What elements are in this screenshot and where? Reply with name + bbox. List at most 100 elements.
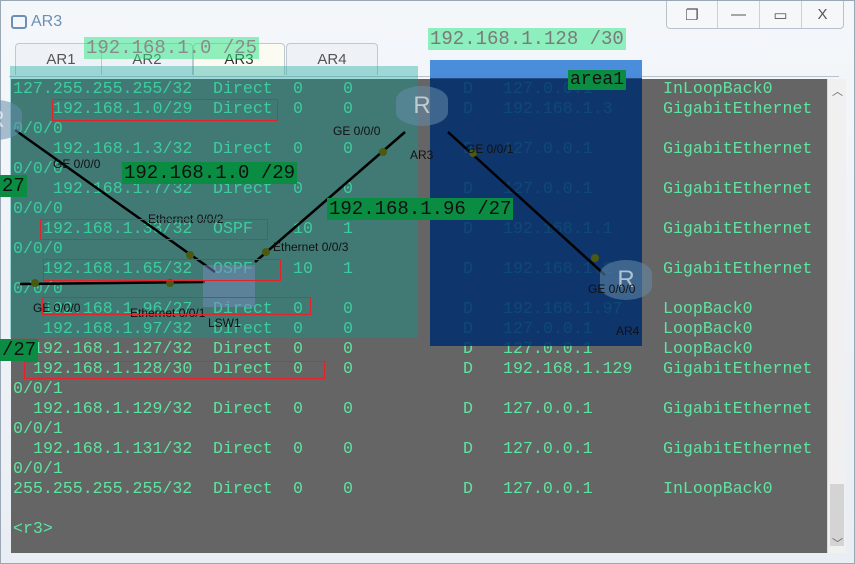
route-pre: 0: [293, 99, 303, 118]
route-nexthop: 192.168.1.129: [503, 359, 633, 378]
route-nexthop: 192.168.1.2: [503, 259, 613, 278]
maximize-icon: ▭: [773, 6, 788, 24]
route-iface: GigabitEthernet: [663, 99, 813, 118]
route-cost: 0: [343, 439, 353, 458]
route-iface: LoopBack0: [663, 319, 753, 338]
scroll-up-icon[interactable]: ︿: [828, 83, 847, 99]
device-label-lsw1: LSW1: [208, 316, 241, 330]
port-label: GE 0/0/0: [588, 282, 636, 296]
route-iface: GigabitEthernet: [663, 259, 813, 278]
route-pre: 10: [293, 259, 313, 278]
route-flags: D: [463, 299, 473, 318]
route-iface: GigabitEthernet: [663, 359, 813, 378]
route-pre: 0: [293, 79, 303, 98]
route-iface: GigabitEthernet: [663, 439, 813, 458]
port-label: Ethernet 0/0/3: [273, 240, 349, 254]
port-label: GE 0/0/0: [333, 124, 381, 138]
route-cost: 0: [343, 299, 353, 318]
route-pre: 0: [293, 319, 303, 338]
route-nexthop: 127.0.0.1: [503, 319, 593, 338]
route-pre: 10: [293, 219, 313, 238]
route-cost: 0: [343, 79, 353, 98]
route-destination: 255.255.255.255/32: [13, 479, 193, 498]
close-button[interactable]: X: [801, 1, 843, 28]
route-nexthop: 127.0.0.1: [503, 439, 593, 458]
route-iface-continued: 0/0/1: [13, 459, 63, 478]
route-cost: 0: [343, 179, 353, 198]
minimize-button[interactable]: —: [717, 1, 759, 28]
route-iface: GigabitEthernet: [663, 399, 813, 418]
highlight-box: [24, 361, 325, 379]
route-iface: GigabitEthernet: [663, 179, 813, 198]
route-flags: D: [463, 479, 473, 498]
scrollbar[interactable]: ︿ ﹀: [827, 79, 846, 553]
maximize-button[interactable]: ▭: [759, 1, 801, 28]
route-pre: 0: [293, 339, 303, 358]
route-flags: D: [463, 339, 473, 358]
route-nexthop: 127.0.0.1: [503, 139, 593, 158]
route-cost: 0: [343, 479, 353, 498]
route-destination: 192.168.1.131/32: [33, 439, 193, 458]
highlight-box: [42, 297, 311, 315]
router-ar3-icon[interactable]: R: [396, 86, 448, 126]
subnet-label: 27: [0, 175, 27, 197]
area-label: area1: [568, 70, 627, 90]
window-controls: ❐ — ▭ X: [666, 1, 844, 29]
route-nexthop: 127.0.0.1: [503, 399, 593, 418]
route-pre: 0: [293, 399, 303, 418]
subnet-label: 192.168.1.0 /29: [122, 162, 298, 184]
route-iface-continued: 0/0/1: [13, 419, 63, 438]
route-flags: D: [463, 439, 473, 458]
route-cost: 0: [343, 99, 353, 118]
route-pre: 0: [293, 479, 303, 498]
subnet-label: /27: [0, 339, 39, 361]
device-label-ar4: AR4: [616, 324, 640, 338]
highlight-box: [52, 99, 278, 121]
route-cost: 0: [343, 319, 353, 338]
scroll-down-icon[interactable]: ﹀: [828, 535, 847, 551]
route-proto: Direct: [213, 479, 273, 498]
window-title: AR3: [31, 13, 63, 30]
restore-icon: ❐: [685, 6, 699, 24]
route-iface-continued: 0/0/0: [13, 279, 63, 298]
route-iface-continued: 0/0/0: [13, 199, 63, 218]
route-flags: D: [463, 399, 473, 418]
route-destination: 192.168.1.127/32: [33, 339, 193, 358]
route-destination: 192.168.1.3/32: [53, 139, 193, 158]
route-nexthop: 127.0.0.1: [503, 179, 593, 198]
route-iface: LoopBack0: [663, 339, 753, 358]
restore-button[interactable]: ❐: [667, 1, 717, 28]
route-cost: 0: [343, 359, 353, 378]
app-icon: [11, 15, 27, 29]
route-nexthop: 127.0.0.1: [503, 339, 593, 358]
subnet-label: 192.168.1.128 /30: [428, 28, 626, 50]
minimize-icon: —: [731, 6, 746, 23]
route-destination: 127.255.255.255/32: [13, 79, 193, 98]
route-proto: Direct: [213, 79, 273, 98]
cli-prompt[interactable]: <r3>: [13, 519, 53, 539]
terminal-window: AR3 ❐ — ▭ X AR1 AR2 AR3 AR4 127.255.255.…: [0, 0, 855, 564]
route-proto: Direct: [213, 339, 273, 358]
route-nexthop: 192.168.1.97: [503, 299, 623, 318]
route-nexthop: 192.168.1.1: [503, 219, 613, 238]
route-cost: 0: [343, 399, 353, 418]
route-flags: D: [463, 99, 473, 118]
route-destination: 192.168.1.97/32: [43, 319, 193, 338]
device-label-ar3: AR3: [410, 148, 434, 162]
route-iface-continued: 0/0/0: [13, 239, 63, 258]
port-label: GE 0/0/0: [53, 157, 101, 171]
route-iface: InLoopBack0: [663, 479, 773, 498]
route-pre: 0: [293, 439, 303, 458]
subnet-label: 192.168.1.0 /25: [84, 37, 260, 59]
tab-ar4[interactable]: AR4: [286, 43, 378, 75]
route-proto: Direct: [213, 399, 273, 418]
route-flags: D: [463, 179, 473, 198]
highlight-box: [40, 219, 268, 240]
port-label: GE 0/0/1: [466, 142, 514, 156]
route-iface: GigabitEthernet: [663, 139, 813, 158]
subnet-label: 192.168.1.96 /27: [327, 198, 514, 220]
route-iface: LoopBack0: [663, 299, 753, 318]
route-destination: 192.168.1.129/32: [33, 399, 193, 418]
route-nexthop: 192.168.1.3: [503, 99, 613, 118]
route-cost: 1: [343, 219, 353, 238]
